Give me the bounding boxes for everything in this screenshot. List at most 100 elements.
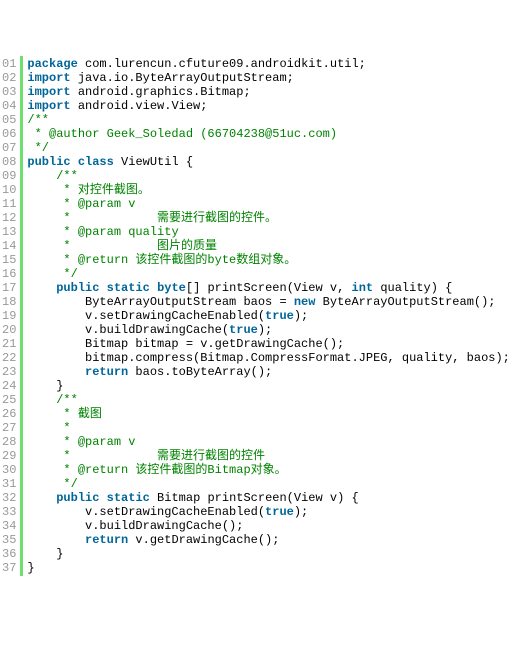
line-number: 12 — [2, 211, 16, 225]
line-number: 27 — [2, 421, 16, 435]
code-line: /** — [27, 169, 513, 183]
line-number: 05 — [2, 113, 16, 127]
code-line: import java.io.ByteArrayOutputStream; — [27, 71, 513, 85]
line-number: 28 — [2, 435, 16, 449]
token-plain — [27, 449, 56, 463]
code-line: * @return 该控件截图的byte数组对象。 — [27, 253, 513, 267]
token-plain: v.setDrawingCacheEnabled( — [27, 505, 265, 519]
token-com: * 需要进行截图的控件 — [56, 449, 265, 463]
line-number: 07 — [2, 141, 16, 155]
code-line: public class ViewUtil { — [27, 155, 513, 169]
line-number: 08 — [2, 155, 16, 169]
line-number: 29 — [2, 449, 16, 463]
line-number: 02 — [2, 71, 16, 85]
token-plain: } — [27, 561, 34, 575]
code-line: * 需要进行截图的控件 — [27, 449, 513, 463]
line-number: 17 — [2, 281, 16, 295]
token-plain: ); — [258, 323, 272, 337]
token-kw: byte — [157, 281, 186, 295]
line-number: 35 — [2, 533, 16, 547]
token-kw: static — [107, 491, 150, 505]
token-plain — [27, 393, 56, 407]
code-line: * — [27, 421, 513, 435]
token-com: /** — [56, 393, 78, 407]
token-plain: java.io.ByteArrayOutputStream; — [71, 71, 294, 85]
code-line: v.setDrawingCacheEnabled(true); — [27, 505, 513, 519]
token-plain — [27, 533, 85, 547]
token-plain — [27, 281, 56, 295]
token-com: * 截图 — [56, 407, 102, 421]
token-com: * 需要进行截图的控件。 — [56, 211, 277, 225]
token-bool: true — [265, 505, 294, 519]
token-com: * @param v — [56, 435, 135, 449]
token-com: * — [56, 421, 70, 435]
token-kw: class — [78, 155, 114, 169]
token-plain — [27, 169, 56, 183]
line-number: 34 — [2, 519, 16, 533]
token-plain — [27, 477, 56, 491]
token-kw: int — [352, 281, 374, 295]
code-area[interactable]: package com.lurencun.cfuture09.androidki… — [23, 56, 517, 576]
token-plain: } — [27, 547, 63, 561]
token-plain — [27, 435, 56, 449]
code-line: * @param quality — [27, 225, 513, 239]
token-plain: ); — [294, 505, 308, 519]
code-line: /** — [27, 113, 513, 127]
token-kw: import — [27, 71, 70, 85]
token-com: * 图片的质量 — [56, 239, 217, 253]
token-plain: v.getDrawingCache(); — [128, 533, 279, 547]
token-kw: import — [27, 85, 70, 99]
code-line: } — [27, 547, 513, 561]
line-number: 36 — [2, 547, 16, 561]
line-number: 37 — [2, 561, 16, 575]
code-line: return baos.toByteArray(); — [27, 365, 513, 379]
line-number: 20 — [2, 323, 16, 337]
token-plain — [27, 267, 56, 281]
code-line: } — [27, 561, 513, 575]
code-line: */ — [27, 267, 513, 281]
token-com: * @return 该控件截图的byte数组对象。 — [56, 253, 296, 267]
token-plain — [99, 281, 106, 295]
token-plain: ViewUtil { — [114, 155, 193, 169]
token-kw: public — [56, 281, 99, 295]
code-line: */ — [27, 477, 513, 491]
code-line: v.buildDrawingCache(); — [27, 519, 513, 533]
token-plain — [150, 281, 157, 295]
code-line: import android.view.View; — [27, 99, 513, 113]
line-number: 11 — [2, 197, 16, 211]
code-line: public static Bitmap printScreen(View v)… — [27, 491, 513, 505]
token-plain — [27, 225, 56, 239]
token-plain — [27, 253, 56, 267]
token-plain: v.setDrawingCacheEnabled( — [27, 309, 265, 323]
token-plain — [99, 491, 106, 505]
line-number: 10 — [2, 183, 16, 197]
line-number: 15 — [2, 253, 16, 267]
line-number: 25 — [2, 393, 16, 407]
line-number: 01 — [2, 57, 16, 71]
token-bool: true — [229, 323, 258, 337]
code-line: } — [27, 379, 513, 393]
line-number: 18 — [2, 295, 16, 309]
token-plain: bitmap.compress(Bitmap.CompressFormat.JP… — [27, 351, 509, 365]
token-plain: Bitmap printScreen(View v) { — [150, 491, 359, 505]
token-com: * 对控件截图。 — [56, 183, 150, 197]
token-kw: import — [27, 99, 70, 113]
code-line: Bitmap bitmap = v.getDrawingCache(); — [27, 337, 513, 351]
token-com: * @param quality — [56, 225, 178, 239]
token-com: */ — [56, 267, 78, 281]
token-plain — [27, 365, 85, 379]
token-plain: android.graphics.Bitmap; — [71, 85, 251, 99]
code-line: * @param v — [27, 435, 513, 449]
token-plain: v.buildDrawingCache( — [27, 323, 229, 337]
token-kw: return — [85, 533, 128, 547]
line-number: 16 — [2, 267, 16, 281]
code-line: * 截图 — [27, 407, 513, 421]
token-com: * @return 该控件截图的Bitmap对象。 — [56, 463, 286, 477]
code-line: return v.getDrawingCache(); — [27, 533, 513, 547]
token-plain: com.lurencun.cfuture09.androidkit.util; — [78, 57, 366, 71]
token-plain: android.view.View; — [71, 99, 208, 113]
code-line: import android.graphics.Bitmap; — [27, 85, 513, 99]
token-plain — [27, 407, 56, 421]
token-plain — [27, 463, 56, 477]
token-com: * @author Geek_Soledad (66704238@51uc.co… — [27, 127, 337, 141]
